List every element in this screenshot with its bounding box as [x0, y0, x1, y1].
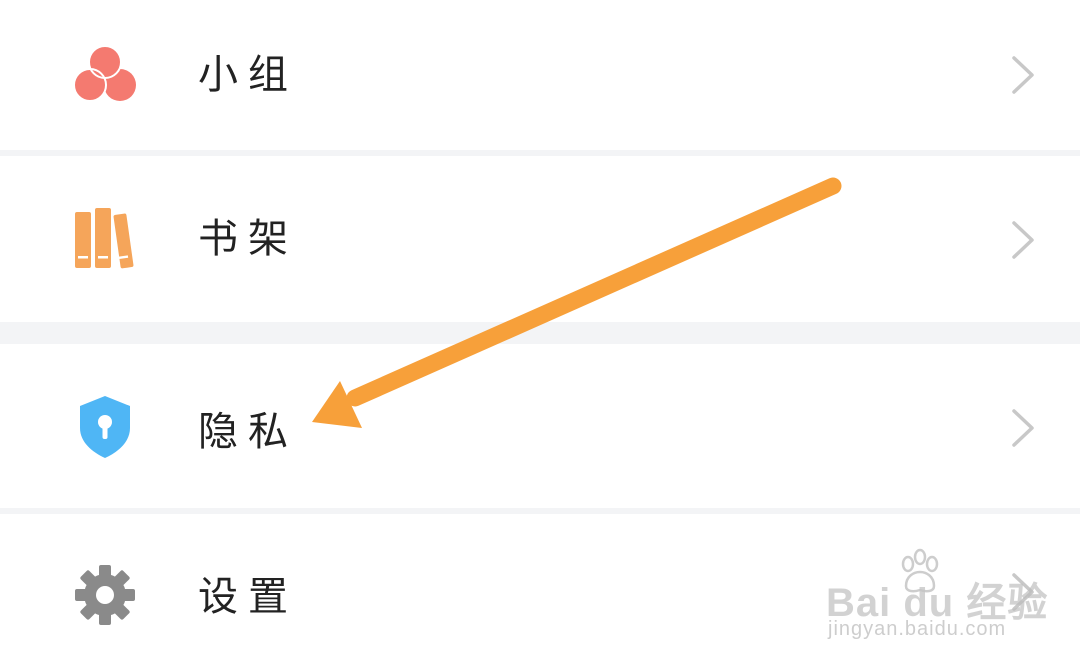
chevron-right-icon: [1008, 55, 1038, 95]
shield-lock-icon: [70, 392, 140, 462]
watermark-url: jingyan.baidu.com: [828, 618, 1007, 640]
menu-item-label: 设置: [198, 574, 298, 620]
watermark: Bai du 经验 jingyan.baidu.com: [826, 548, 1056, 648]
chevron-right-icon: [1008, 408, 1038, 448]
section-divider: [0, 322, 1080, 344]
menu-item-label: 小组: [198, 52, 298, 98]
menu-item-privacy[interactable]: 隐私: [0, 344, 1080, 508]
menu-item-bookshelf[interactable]: 书架: [0, 156, 1080, 322]
menu-item-label: 书架: [198, 216, 298, 262]
menu-item-label: 隐私: [198, 409, 298, 455]
gear-icon: [70, 560, 140, 630]
group-icon: [70, 40, 140, 110]
bookshelf-icon: [70, 204, 140, 274]
menu-item-group[interactable]: 小组: [0, 0, 1080, 150]
menu-screen: 小组 书架 隐私 设置 Bai du 经验 jingyan.baidu.com: [0, 0, 1080, 668]
chevron-right-icon: [1008, 220, 1038, 260]
